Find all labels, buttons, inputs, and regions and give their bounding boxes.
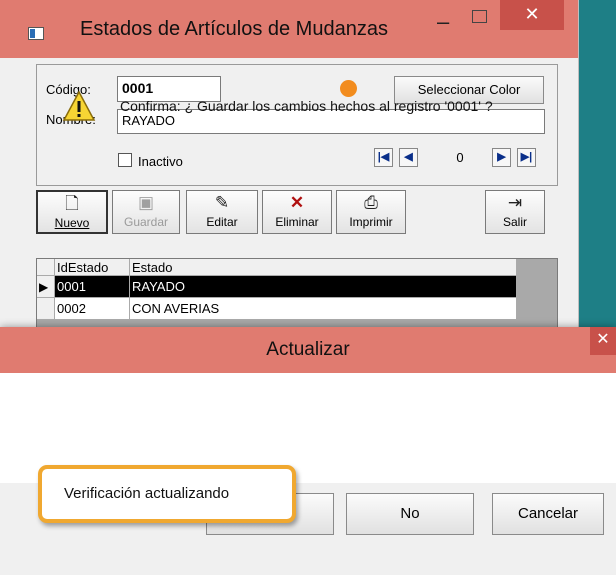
editar-button[interactable]: ✎ Editar: [186, 190, 258, 234]
color-preview-dot: [340, 80, 357, 97]
select-color-label: Seleccionar Color: [417, 82, 521, 97]
nuevo-label: Nuevo: [54, 216, 90, 230]
records-grid: IdEstado Estado ▶ 0001 RAYADO 0002 CON A…: [36, 258, 558, 330]
eliminar-button[interactable]: ✕ Eliminar: [262, 190, 332, 234]
cancelar-button[interactable]: Cancelar: [492, 493, 604, 535]
cancelar-label: Cancelar: [517, 505, 579, 522]
salir-button[interactable]: ⇥ Salir: [485, 190, 545, 234]
no-label: No: [400, 505, 420, 522]
nav-prev-button[interactable]: ◀: [399, 148, 418, 167]
delete-x-icon: ✕: [289, 193, 305, 212]
no-button[interactable]: No: [346, 493, 474, 535]
exit-door-icon: ⇥: [507, 193, 523, 212]
column-header-estado[interactable]: Estado: [130, 259, 517, 276]
inactivo-checkbox[interactable]: [118, 153, 132, 167]
floppy-icon: ▣: [137, 193, 155, 212]
imprimir-label: Imprimir: [349, 215, 393, 229]
editar-label: Editar: [206, 215, 238, 229]
status-callout: Verificación actualizando: [38, 465, 296, 523]
table-row-id[interactable]: 0001: [55, 276, 130, 298]
minimize-button[interactable]: –: [437, 11, 457, 34]
salir-label: Salir: [502, 215, 527, 229]
inactivo-label: Inactivo: [138, 154, 183, 169]
maximize-button[interactable]: [472, 10, 487, 23]
row-selector: [37, 298, 55, 320]
nav-first-button[interactable]: |◀: [374, 148, 393, 167]
eliminar-label: Eliminar: [275, 215, 319, 229]
window-title: Estados de Artículos de Mudanzas: [80, 18, 388, 40]
nav-next-button[interactable]: ▶: [492, 148, 511, 167]
dialog-message: Confirma: ¿ Guardar los cambios hechos a…: [120, 98, 493, 114]
confirm-dialog: Actualizar ✕: [0, 327, 616, 575]
dialog-title: Actualizar: [266, 339, 350, 360]
table-row-estado[interactable]: RAYADO: [130, 276, 517, 298]
warning-icon: [62, 90, 96, 121]
guardar-button[interactable]: ▣ Guardar: [112, 190, 180, 234]
column-header-idestado[interactable]: IdEstado: [55, 259, 130, 276]
callout-text: Verificación actualizando: [64, 485, 230, 502]
row-selector-icon: ▶: [37, 276, 55, 298]
close-button[interactable]: ✕: [500, 0, 564, 30]
grid-corner: [37, 259, 55, 276]
app-icon: [28, 27, 44, 40]
dialog-close-button[interactable]: ✕: [590, 327, 616, 355]
dialog-title-bar: Actualizar ✕: [0, 327, 616, 373]
edit-icon: ✎: [214, 193, 230, 212]
title-bar: Estados de Artículos de Mudanzas – ✕: [0, 0, 578, 58]
table-row-id[interactable]: 0002: [55, 298, 130, 320]
record-count: 0: [456, 150, 464, 165]
nav-last-button[interactable]: ▶|: [517, 148, 536, 167]
table-row-estado[interactable]: CON AVERIAS: [130, 298, 517, 320]
imprimir-button[interactable]: ⎙ Imprimir: [336, 190, 406, 234]
guardar-label: Guardar: [123, 215, 169, 229]
printer-icon: ⎙: [364, 193, 378, 212]
new-page-icon: 🗋: [65, 194, 79, 213]
nuevo-button[interactable]: 🗋 Nuevo: [36, 190, 108, 234]
